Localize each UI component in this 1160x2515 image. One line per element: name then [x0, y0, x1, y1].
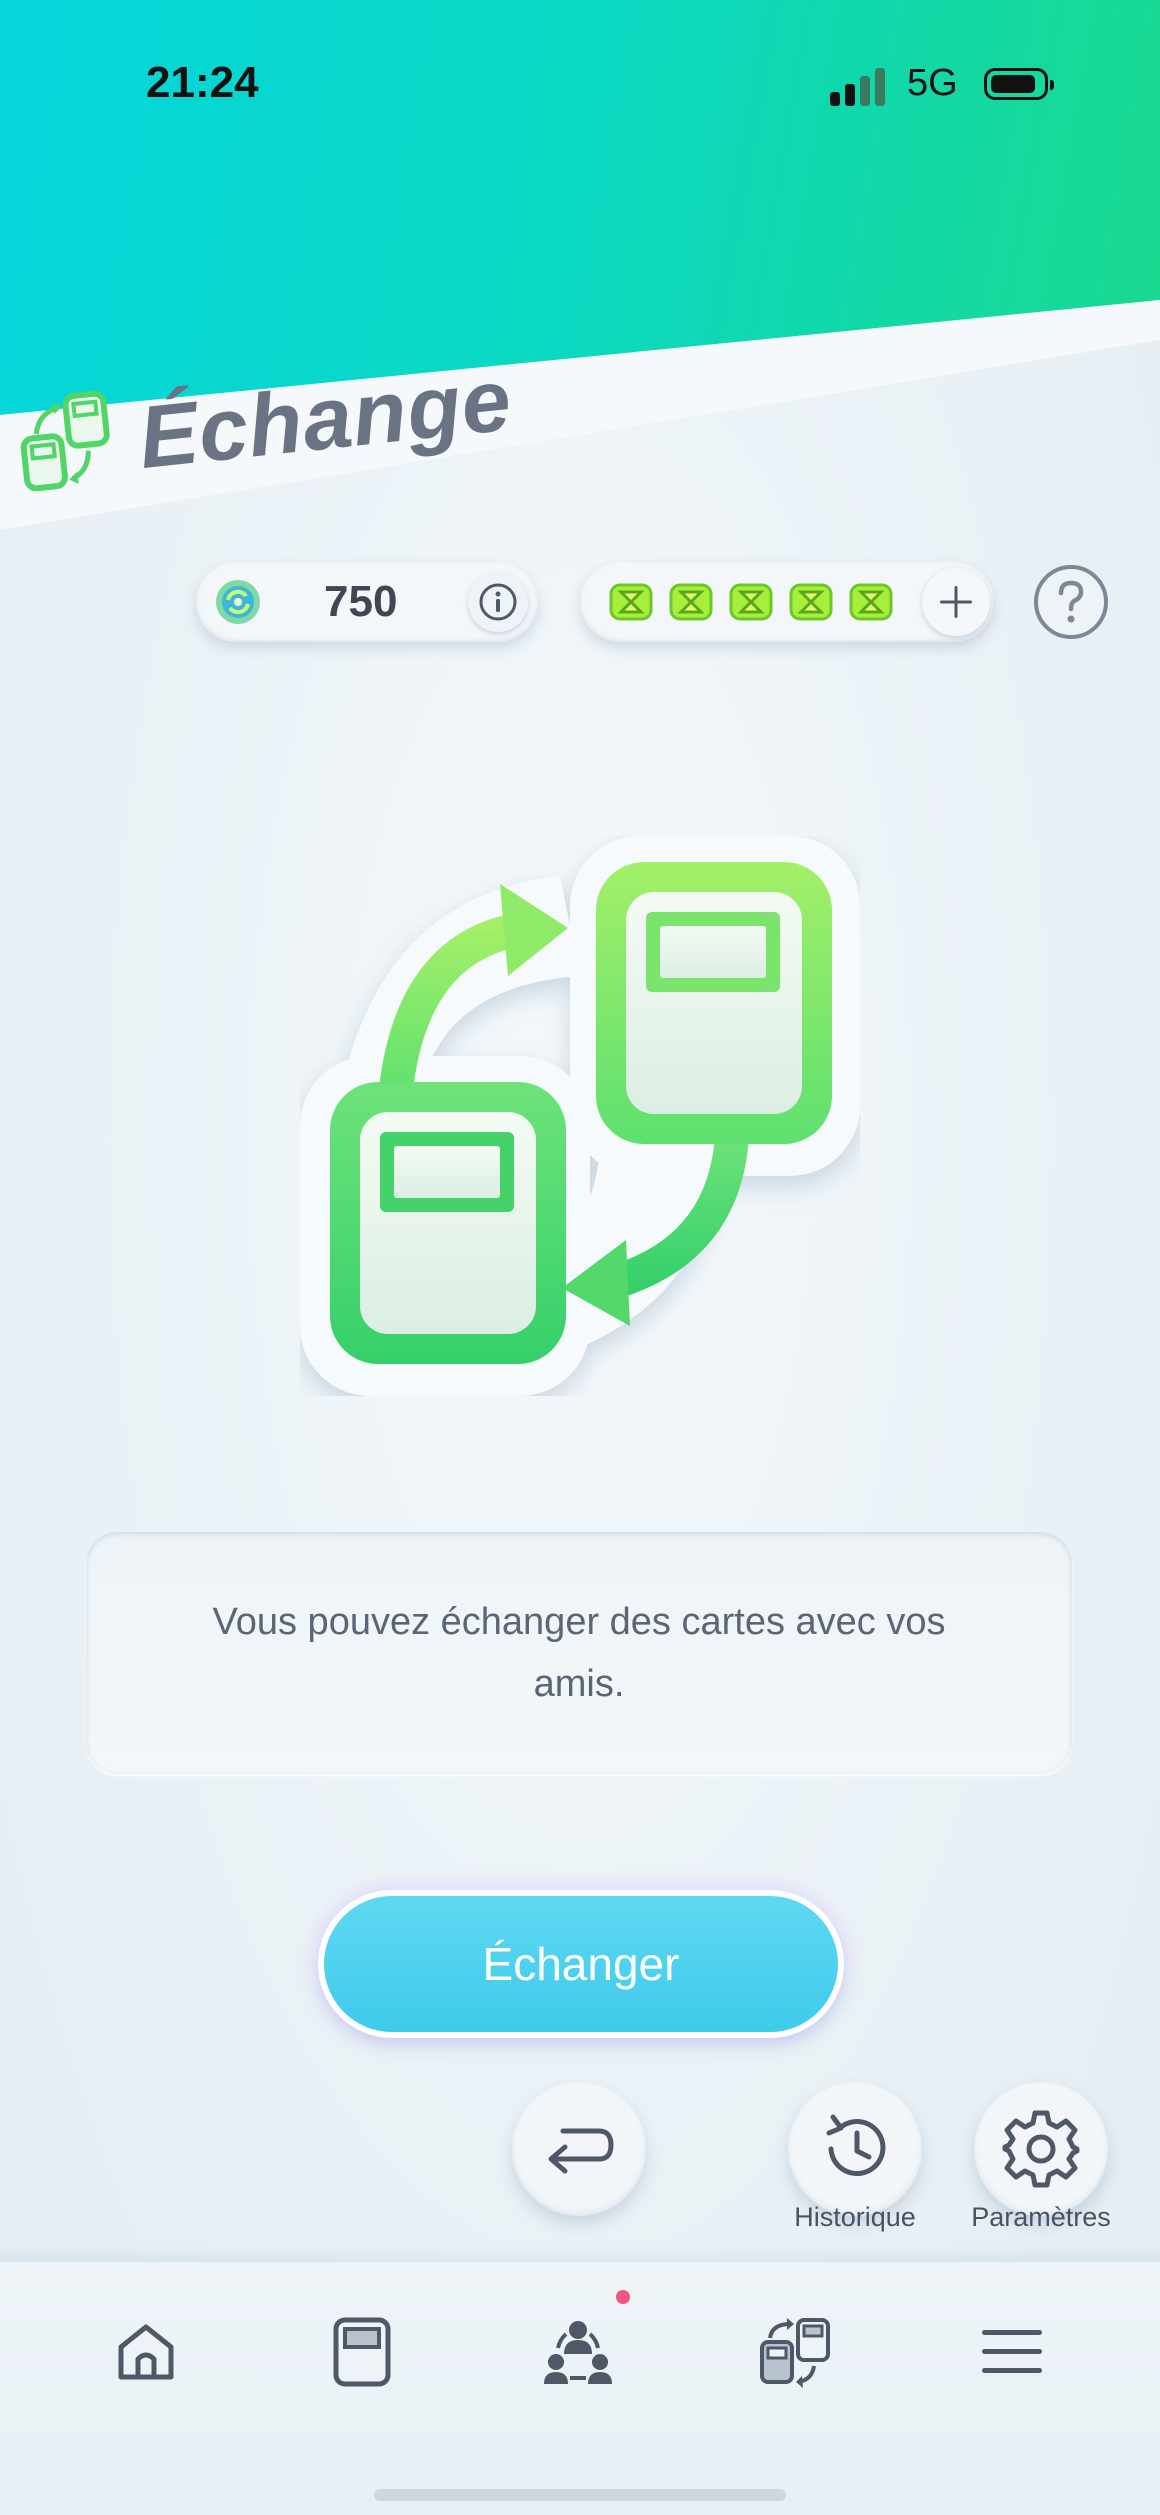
status-time: 21:24 — [146, 58, 259, 107]
add-stamina-button[interactable] — [922, 568, 990, 636]
card-exchange-icon — [300, 836, 860, 1396]
hourglass-icon — [729, 583, 773, 621]
battery-icon — [984, 68, 1054, 100]
settings-label: Paramètres — [971, 2202, 1111, 2232]
social-icon — [544, 2321, 612, 2384]
history-button[interactable] — [788, 2082, 922, 2216]
hourglass-icon — [609, 583, 653, 621]
hourglass-icon — [669, 583, 713, 621]
nav-trade[interactable] — [748, 2304, 844, 2400]
nav-menu[interactable] — [964, 2304, 1060, 2400]
help-icon — [1034, 565, 1108, 639]
hourglass-list — [608, 580, 894, 624]
info-button[interactable] — [468, 572, 528, 632]
nav-home[interactable] — [98, 2304, 194, 2400]
gear-icon — [1002, 2110, 1080, 2188]
home-icon — [118, 2324, 174, 2380]
history-icon — [826, 2114, 886, 2176]
settings-button[interactable] — [974, 2082, 1108, 2216]
nav-social[interactable] — [530, 2304, 626, 2400]
menu-icon — [982, 2330, 1042, 2373]
back-button[interactable] — [512, 2082, 646, 2216]
info-icon — [479, 583, 517, 621]
network-type: 5G — [907, 62, 958, 104]
notification-badge — [616, 2290, 630, 2304]
trade-point-coin-icon — [216, 580, 260, 624]
nav-cards[interactable] — [314, 2304, 410, 2400]
bottom-nav — [0, 2262, 1160, 2515]
trade-button[interactable]: Échanger — [324, 1896, 838, 2032]
message-card: Vous pouvez échanger des cartes avec vos… — [86, 1532, 1072, 1774]
message-text: Vous pouvez échanger des cartes avec vos… — [212, 1601, 946, 1705]
home-indicator — [374, 2489, 786, 2501]
trade-points-pill: 750 — [196, 562, 538, 642]
trade-stamina-pill — [580, 562, 994, 642]
back-arrow-icon — [548, 2128, 614, 2174]
trade-icon — [760, 2318, 830, 2388]
trade-points-value: 750 — [324, 577, 398, 626]
hourglass-icon — [849, 583, 893, 621]
plus-icon — [940, 586, 972, 618]
trade-button-label: Échanger — [482, 1938, 680, 1990]
help-button[interactable] — [1032, 563, 1110, 641]
hourglass-icon — [789, 583, 833, 621]
cards-icon — [333, 2317, 391, 2387]
trade-icon — [20, 390, 110, 492]
signal-icon — [830, 66, 888, 106]
